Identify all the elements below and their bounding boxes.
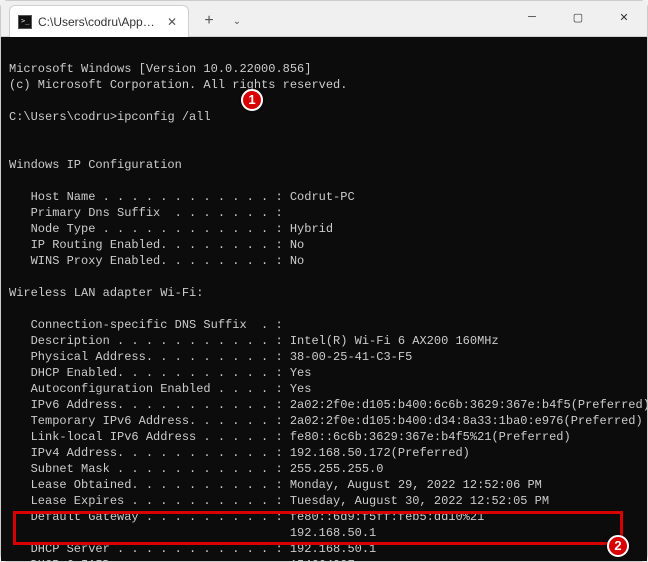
tab-title: C:\Users\codru\AppData\Roa [38, 15, 158, 29]
banner-line: Microsoft Windows [Version 10.0.22000.85… [9, 62, 311, 76]
close-button[interactable]: ✕ [601, 1, 647, 33]
config-line: Lease Expires . . . . . . . . . . : Tues… [9, 494, 549, 508]
config-line: Connection-specific DNS Suffix . : [9, 318, 283, 332]
terminal-output[interactable]: Microsoft Windows [Version 10.0.22000.85… [1, 37, 647, 561]
annotation-callout-1: 1 [241, 89, 263, 111]
config-line: Autoconfiguration Enabled . . . . : Yes [9, 382, 311, 396]
config-line: Host Name . . . . . . . . . . . . : Codr… [9, 190, 355, 204]
maximize-button[interactable]: ▢ [555, 1, 601, 33]
adapter-header: Wireless LAN adapter Wi-Fi: [9, 286, 203, 300]
minimize-button[interactable]: ─ [509, 1, 555, 33]
config-line: Physical Address. . . . . . . . . : 38-0… [9, 350, 412, 364]
config-line: Node Type . . . . . . . . . . . . : Hybr… [9, 222, 333, 236]
config-line: Description . . . . . . . . . . . : Inte… [9, 334, 499, 348]
config-line: Primary Dns Suffix . . . . . . . : [9, 206, 283, 220]
config-line: Temporary IPv6 Address. . . . . . : 2a02… [9, 414, 643, 428]
tab-dropdown-button[interactable]: ⌄ [225, 7, 249, 35]
config-line: IPv4 Address. . . . . . . . . . . : 192.… [9, 446, 470, 460]
config-line: Default Gateway . . . . . . . . . : fe80… [9, 510, 484, 524]
new-tab-button[interactable]: + [195, 7, 223, 35]
config-line: IP Routing Enabled. . . . . . . . : No [9, 238, 304, 252]
tab-close-button[interactable]: ✕ [164, 14, 180, 30]
active-tab[interactable]: C:\Users\codru\AppData\Roa ✕ [9, 5, 189, 37]
cmd-icon [18, 15, 32, 29]
prompt-line: C:\Users\codru>ipconfig /all [9, 110, 211, 124]
config-line: DHCP Server . . . . . . . . . . . : 192.… [9, 542, 376, 556]
config-line: IPv6 Address. . . . . . . . . . . : 2a02… [9, 398, 647, 412]
titlebar: C:\Users\codru\AppData\Roa ✕ + ⌄ ─ ▢ ✕ [1, 1, 647, 37]
annotation-callout-2: 2 [607, 535, 629, 557]
window-controls: ─ ▢ ✕ [509, 1, 647, 33]
banner-line: (c) Microsoft Corporation. All rights re… [9, 78, 347, 92]
section-header: Windows IP Configuration [9, 158, 182, 172]
config-line: Subnet Mask . . . . . . . . . . . : 255.… [9, 462, 383, 476]
config-line: DHCP Enabled. . . . . . . . . . . : Yes [9, 366, 311, 380]
config-line: Link-local IPv6 Address . . . . . : fe80… [9, 430, 571, 444]
config-line: Lease Obtained. . . . . . . . . . : Mond… [9, 478, 542, 492]
config-line: WINS Proxy Enabled. . . . . . . . : No [9, 254, 304, 268]
config-line: DHCPv6 IAID . . . . . . . . . . . : 1546… [9, 558, 355, 561]
config-line: 192.168.50.1 [9, 526, 376, 540]
